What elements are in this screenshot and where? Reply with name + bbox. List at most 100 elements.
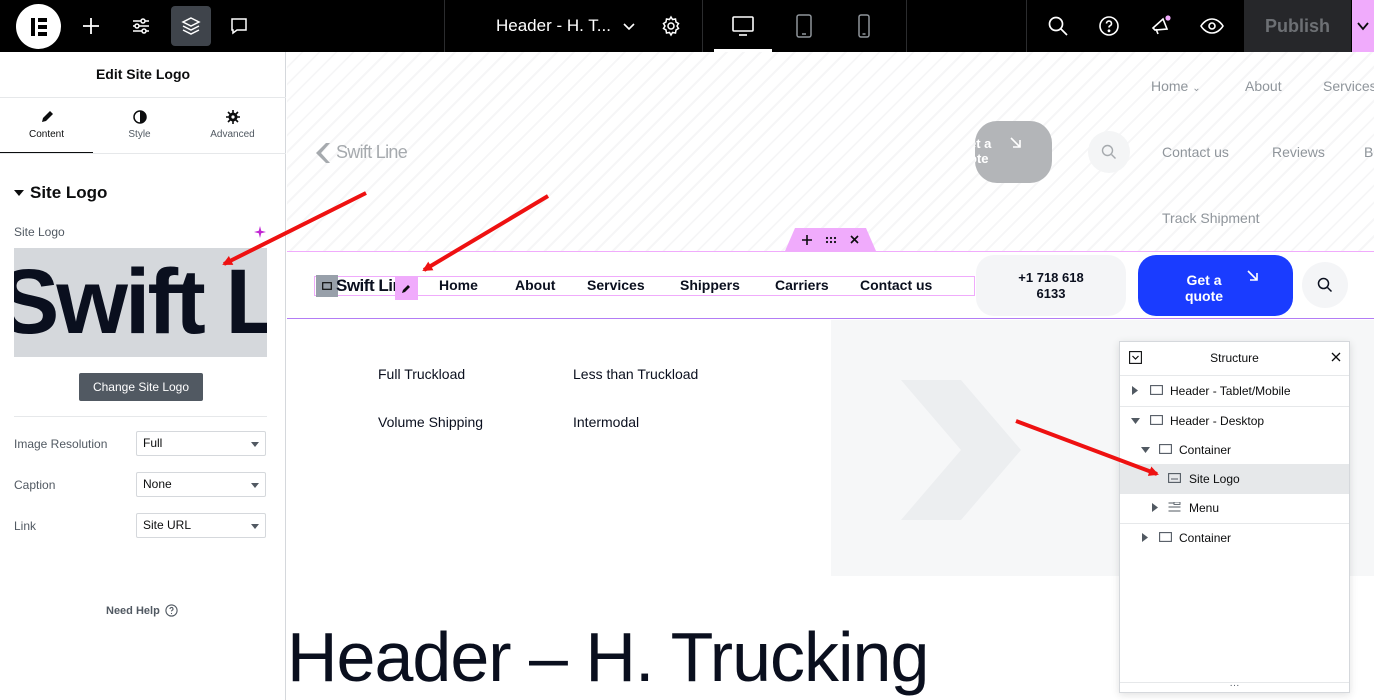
ghost-site-logo[interactable]: Swift Line — [316, 142, 408, 163]
panel-title: Edit Site Logo — [0, 52, 286, 98]
add-element-icon[interactable] — [71, 6, 111, 46]
menu-item-home[interactable]: Home — [439, 277, 478, 293]
structure-layers-icon[interactable] — [171, 6, 211, 46]
chevron-down-icon[interactable] — [620, 17, 638, 35]
need-help-label: Need Help — [106, 604, 160, 617]
divider — [14, 416, 267, 417]
caption-select[interactable]: None — [136, 472, 266, 497]
tab-advanced-label: Advanced — [210, 129, 255, 140]
elementor-logo-icon[interactable] — [16, 4, 61, 49]
publish-button[interactable]: Publish — [1244, 0, 1351, 52]
preview-eye-icon[interactable] — [1192, 6, 1232, 46]
header-search-button[interactable] — [1302, 262, 1348, 308]
mega-menu-volume[interactable]: Volume Shipping — [378, 414, 483, 430]
ai-sparkle-icon[interactable] — [254, 225, 266, 243]
quote-text: Get a quote — [1184, 272, 1224, 304]
link-label: Link — [14, 519, 37, 533]
structure-row-container-2[interactable]: Container — [1120, 523, 1349, 553]
caret-right-icon[interactable] — [1142, 533, 1148, 542]
caret-right-icon[interactable] — [1152, 503, 1158, 512]
menu-item-shippers[interactable]: Shippers — [680, 277, 740, 293]
structure-row-header-desktop[interactable]: Header - Desktop — [1120, 406, 1349, 436]
divider — [906, 0, 907, 52]
edit-widget-pencil-icon[interactable] — [395, 276, 418, 300]
mega-menu-full-truckload[interactable]: Full Truckload — [378, 366, 465, 382]
tablet-view-icon[interactable] — [784, 6, 824, 46]
ghost-nav-track[interactable]: Track Shipment — [1162, 210, 1260, 226]
structure-row-container[interactable]: Container — [1120, 435, 1349, 465]
tab-style-label: Style — [128, 129, 151, 140]
phone-button[interactable]: +1 718 618 6133 — [976, 255, 1126, 316]
add-icon[interactable] — [802, 234, 812, 245]
structure-row-label: Header - Desktop — [1170, 414, 1265, 428]
tab-style[interactable]: Style — [93, 98, 186, 154]
container-icon — [1150, 415, 1163, 425]
section-toggle-site-logo[interactable]: Site Logo — [14, 183, 107, 203]
close-icon[interactable] — [850, 235, 859, 244]
site-logo-preview[interactable]: Swift Li — [14, 248, 267, 357]
structure-row-tablet-mobile[interactable]: Header - Tablet/Mobile — [1120, 376, 1349, 406]
mega-menu-intermodal[interactable]: Intermodal — [573, 414, 639, 430]
contrast-icon — [132, 110, 147, 124]
publish-options-chevron-icon[interactable] — [1352, 0, 1374, 52]
container-icon — [1159, 444, 1172, 454]
ghost-nav-services[interactable]: Services — [1323, 78, 1374, 94]
help-icon[interactable] — [1089, 6, 1129, 46]
ghost-quote-button[interactable]: et a ote — [975, 121, 1052, 183]
widget-handle-icon[interactable] — [316, 275, 338, 297]
menu-item-about[interactable]: About — [515, 277, 555, 293]
editor-root: Header - H. T... Publish Edit Site Logo … — [0, 0, 1374, 700]
ghost-nav-about[interactable]: About — [1245, 78, 1282, 94]
watermark-logo-icon — [901, 380, 1021, 520]
structure-row-label: Site Logo — [1189, 472, 1240, 486]
caret-down-icon[interactable] — [1131, 418, 1140, 424]
change-site-logo-button[interactable]: Change Site Logo — [79, 373, 203, 401]
phone-text: +1 718 618 6133 — [1018, 270, 1084, 301]
menu-item-carriers[interactable]: Carriers — [775, 277, 829, 293]
divider — [444, 0, 445, 52]
structure-row-site-logo[interactable]: Site Logo — [1120, 464, 1349, 494]
ghost-search-button[interactable] — [1088, 131, 1130, 173]
whats-new-megaphone-icon[interactable] — [1141, 6, 1181, 46]
collapse-icon[interactable] — [1129, 351, 1142, 364]
link-select[interactable]: Site URL — [136, 513, 266, 538]
structure-panel: Structure Header - Tablet/Mobile Header … — [1119, 341, 1350, 693]
ghost-nav-home[interactable]: Home ⌄ — [1151, 78, 1201, 94]
container-handle-toolbar[interactable] — [785, 228, 876, 251]
arrow-down-right-icon — [1010, 137, 1021, 148]
ghost-nav-reviews[interactable]: Reviews — [1272, 144, 1325, 160]
desktop-view-icon[interactable] — [714, 6, 772, 52]
menu-item-services[interactable]: Services — [587, 277, 645, 293]
document-title[interactable]: Header - H. T... — [496, 0, 611, 52]
ghost-nav-blog[interactable]: Bl — [1364, 144, 1374, 160]
site-logo-widget-icon — [1168, 473, 1181, 483]
caret-right-icon[interactable] — [1132, 386, 1138, 395]
structure-row-label: Container — [1179, 531, 1232, 545]
search-icon[interactable] — [1038, 6, 1078, 46]
mega-menu-ltl[interactable]: Less than Truckload — [573, 366, 698, 382]
search-icon — [1101, 144, 1116, 159]
image-resolution-select[interactable]: Full — [136, 431, 266, 456]
comments-icon[interactable] — [219, 6, 259, 46]
drag-handle-icon[interactable] — [825, 236, 837, 244]
menu-item-contact[interactable]: Contact us — [860, 277, 932, 293]
resize-handle-icon[interactable]: ··· — [1120, 681, 1349, 692]
site-settings-sliders-icon[interactable] — [121, 6, 161, 46]
mobile-view-icon[interactable] — [844, 6, 884, 46]
caret-down-icon[interactable] — [1141, 447, 1150, 453]
page-settings-gear-icon[interactable] — [651, 6, 691, 46]
header-site-logo[interactable]: Swift Line — [336, 276, 396, 296]
structure-row-menu[interactable]: Menu — [1120, 493, 1349, 523]
header-desktop-container[interactable]: Swift Line Home About Services Shippers … — [287, 251, 1374, 319]
tab-advanced[interactable]: Advanced — [186, 98, 279, 154]
ghost-nav-contact[interactable]: Contact us — [1162, 144, 1229, 160]
divider — [702, 0, 703, 52]
image-resolution-label: Image Resolution — [14, 437, 108, 451]
arrow-down-right-icon — [1247, 270, 1258, 281]
pencil-icon — [41, 111, 53, 122]
caret-down-icon — [14, 190, 24, 196]
get-quote-button[interactable]: Get a quote — [1138, 255, 1293, 316]
tab-content[interactable]: Content — [0, 98, 93, 154]
close-icon[interactable] — [1331, 352, 1341, 362]
need-help-link[interactable]: Need Help — [106, 604, 178, 617]
